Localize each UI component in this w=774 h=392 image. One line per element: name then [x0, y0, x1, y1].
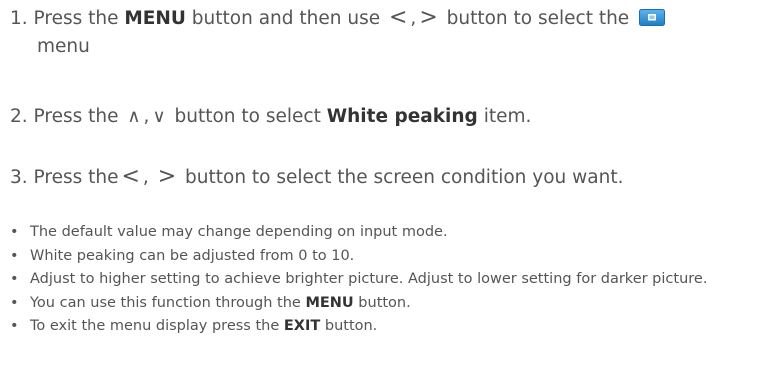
left-arrow-symbol: < [388, 5, 408, 30]
bullet: • [10, 318, 19, 334]
bullet: • [10, 271, 19, 287]
step-1: 1. Press the MENU button and then use <,… [10, 4, 666, 33]
step-text: item. [477, 106, 532, 127]
step-text: menu [37, 36, 90, 57]
note-text: White peaking can be adjusted from 0 to … [30, 247, 355, 264]
step-text: Press the [33, 8, 125, 29]
bullet: • [10, 247, 19, 264]
notes-list: • The default value may change depending… [8, 221, 774, 339]
step-text: button and then use [185, 8, 386, 29]
exit-button-label: EXIT [283, 318, 321, 334]
note-text: The default value may change depending o… [30, 224, 448, 240]
list-item: • Adjust to higher setting to achieve br… [8, 268, 774, 292]
step-1-continuation: menu [37, 33, 90, 61]
list-item: • White peaking can be adjusted from 0 t… [8, 245, 774, 269]
down-arrow-symbol: ∨ [152, 106, 166, 127]
note-text: button. [320, 318, 378, 334]
menu-button-label: MENU [124, 8, 186, 29]
picture-menu-icon [639, 9, 666, 26]
note-text: button. [353, 294, 411, 311]
list-item: • You can use this function through the … [8, 292, 774, 316]
white-peaking-label: White peaking [326, 106, 478, 127]
note-text: Adjust to higher setting to achieve brig… [30, 271, 708, 287]
left-arrow-symbol: < [121, 164, 140, 189]
step-text: button to select [168, 106, 327, 127]
step-2: 2. Press the ∧, ∨ button to select White … [10, 103, 531, 131]
up-arrow-symbol: ∧ [127, 106, 141, 127]
note-text: You can use this function through the [30, 294, 306, 311]
step-3: 3. Press the <, > button to select the sc… [10, 163, 623, 192]
step-text: Press the [33, 167, 119, 188]
step-text: button to select the [440, 8, 630, 29]
menu-button-label: MENU [305, 294, 354, 311]
step-number: 2. [10, 106, 28, 127]
right-arrow-symbol: > [419, 5, 438, 30]
list-item: • To exit the menu display press the EXI… [8, 315, 774, 339]
step-text: Press the [33, 106, 125, 127]
step-number: 1. [10, 8, 28, 29]
note-text: To exit the menu display press the [30, 318, 284, 334]
bullet: • [10, 224, 19, 240]
step-text: button to select the screen condition yo… [185, 167, 624, 188]
step-number: 3. [10, 167, 28, 188]
bullet: • [10, 294, 19, 311]
separator: , [142, 167, 149, 188]
list-item: • The default value may change depending… [8, 221, 774, 245]
right-arrow-symbol: > [157, 164, 177, 189]
